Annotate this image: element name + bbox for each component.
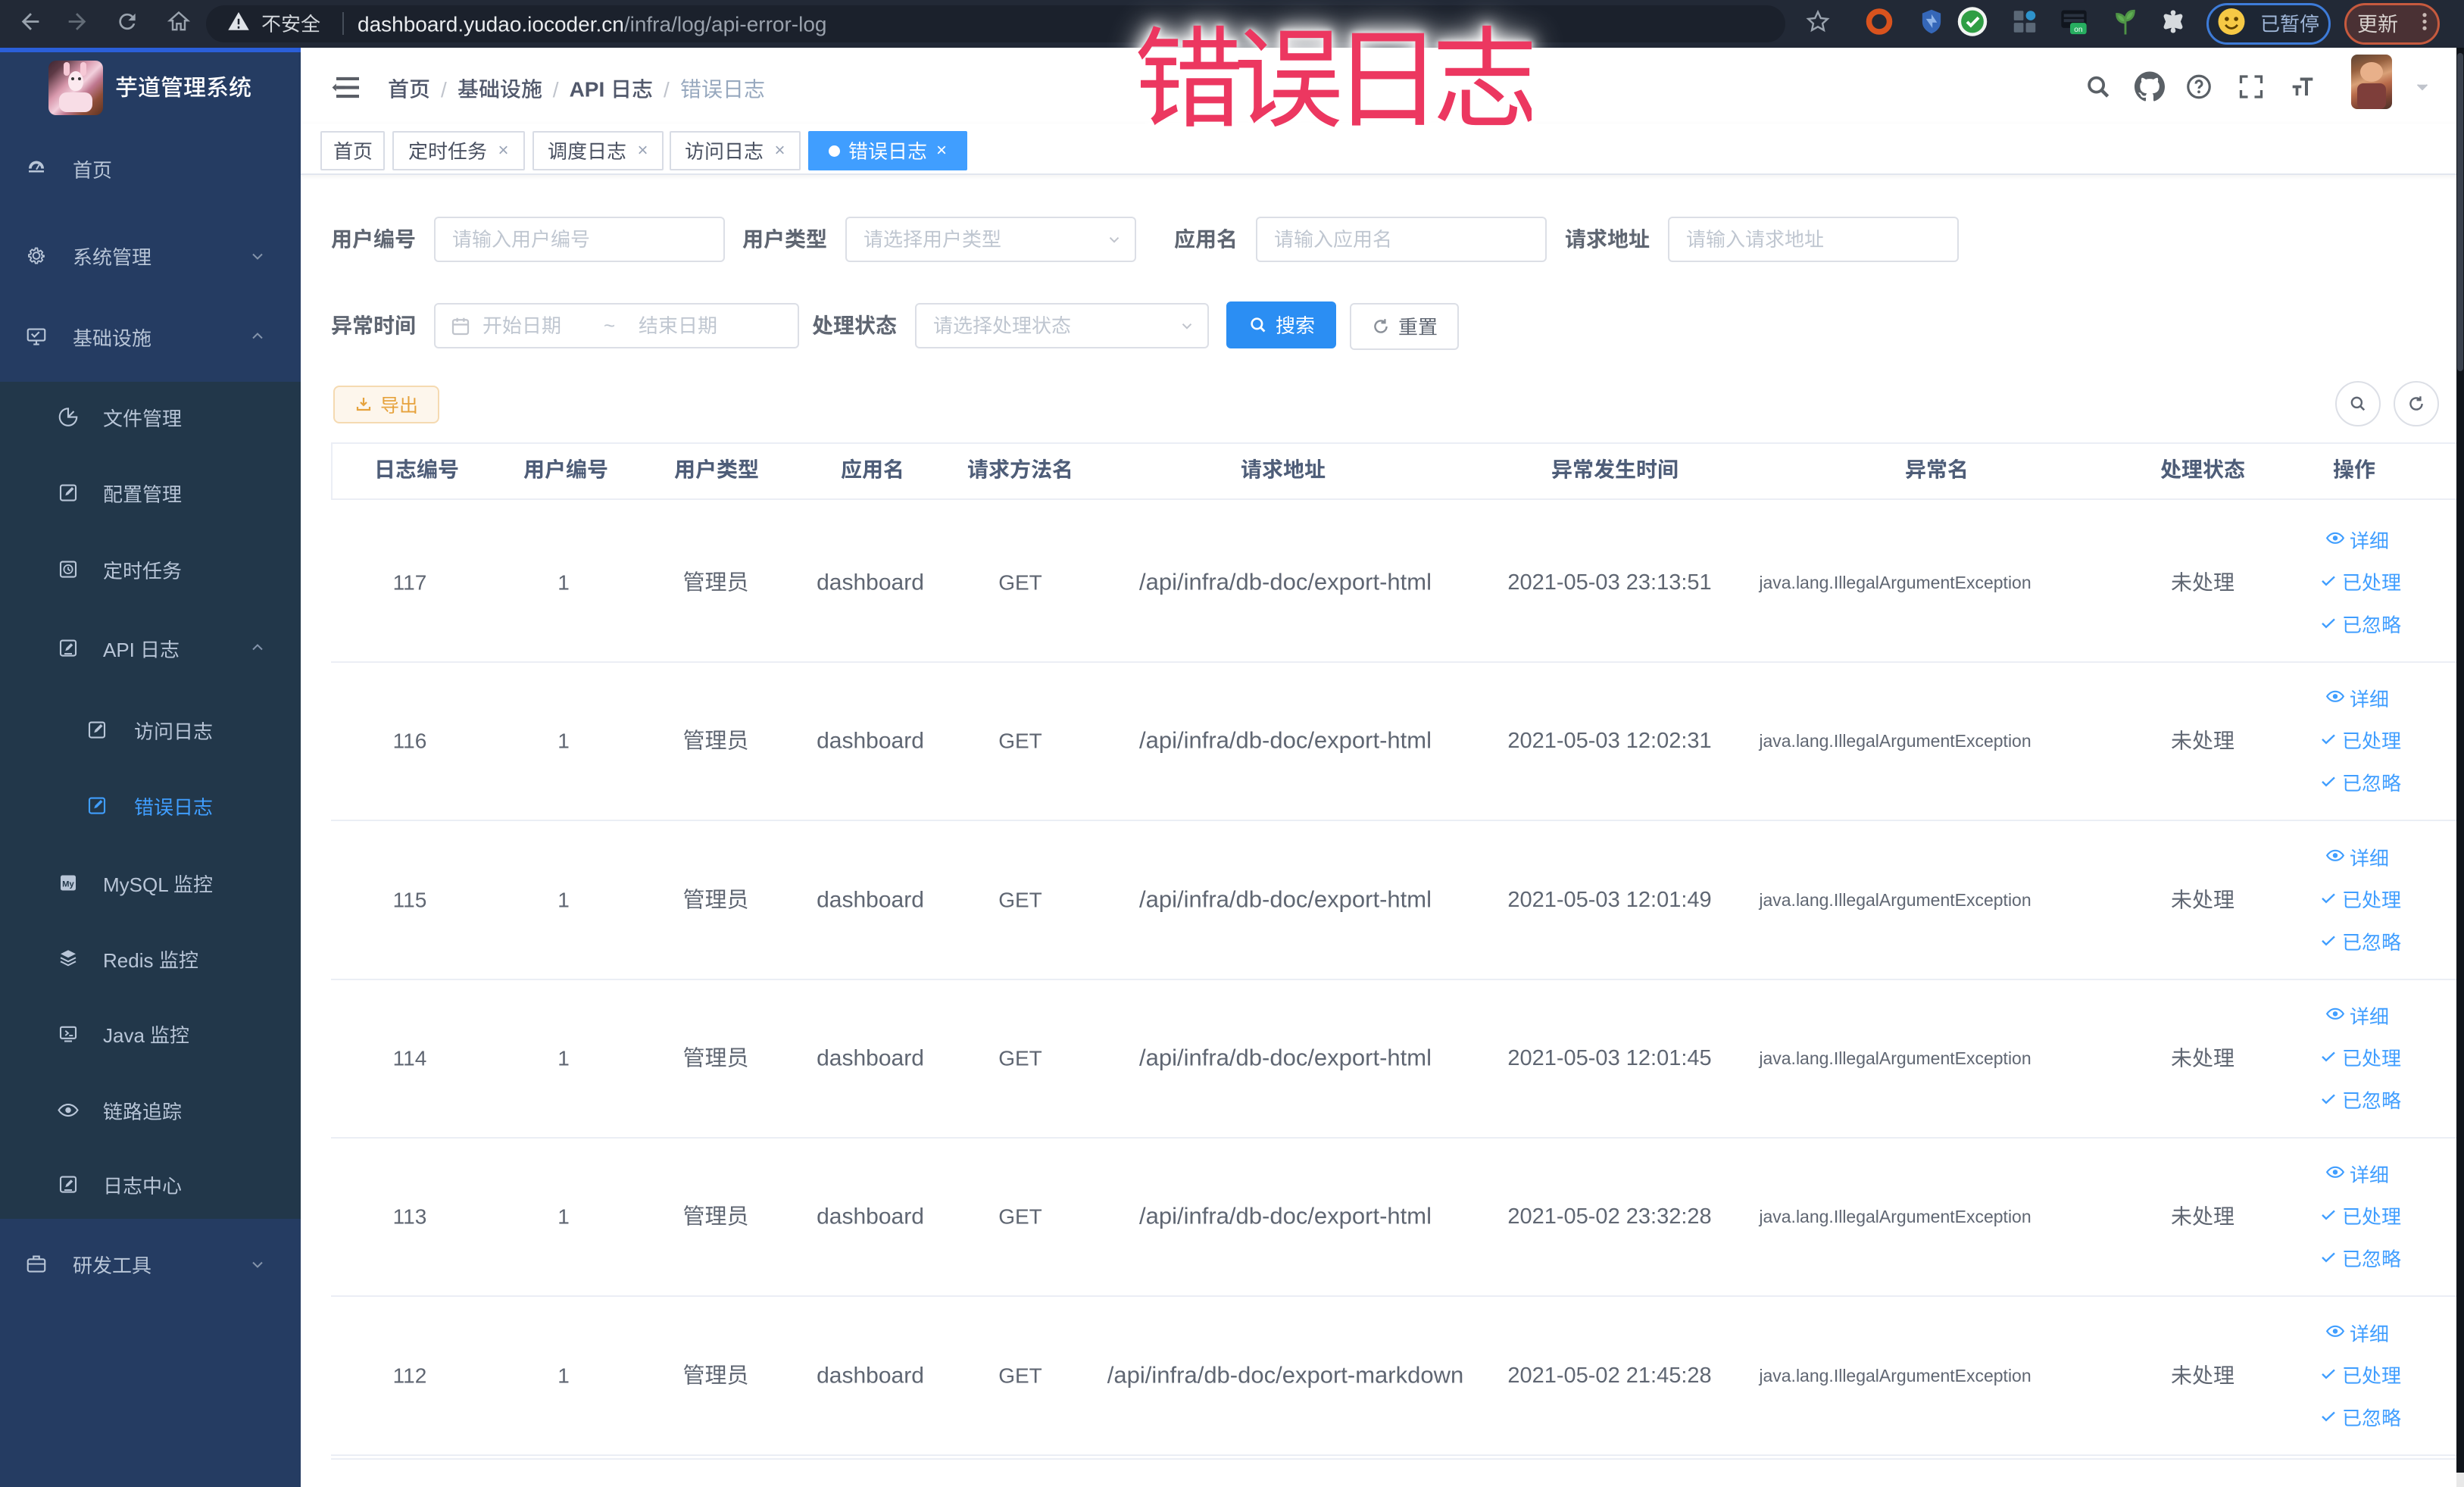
svg-text:My: My	[62, 880, 74, 889]
svg-text:on: on	[2074, 26, 2082, 34]
